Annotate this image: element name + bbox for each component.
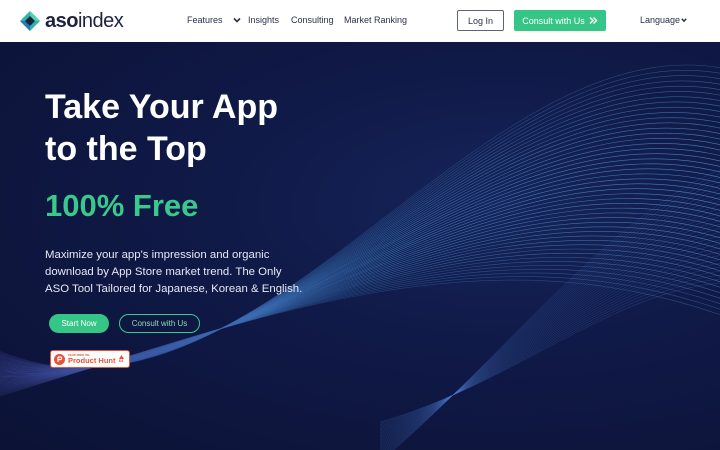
chevron-down-icon [232,17,241,23]
language-label: Language [640,15,681,25]
logo-text: asoindex [45,10,124,32]
nav-consulting[interactable]: Consulting [291,15,334,25]
wave-line [0,279,720,397]
free-label: 100% Free [45,188,199,223]
headline-line-1: Take Your App [45,88,279,126]
consult-button-label: Consult with Us [522,15,585,26]
nav-insights[interactable]: Insights [248,15,279,25]
headline-line-2: to the Top [45,130,207,168]
consult-with-us-header-button[interactable]: Consult with Us [514,10,606,31]
login-button[interactable]: Log In [457,10,504,31]
consult-with-us-hero-button[interactable]: Consult with Us [119,314,200,333]
aso-index-logo[interactable]: asoindex [20,10,124,32]
product-hunt-icon [54,353,65,365]
nav-features[interactable]: Features [187,15,241,25]
double-chevron-right-icon [589,16,598,25]
hero-description: Maximize your app's impression and organ… [45,249,303,295]
wave-line [379,282,720,423]
logo-diamond-icon [20,11,40,31]
start-now-button[interactable]: Start Now [49,314,109,333]
hero-section: Take Your App to the Top 100% Free Maxim… [0,42,720,450]
wave-line [379,278,720,424]
upvote-count: 64 [118,358,124,363]
product-hunt-name: Product Hunt [68,355,116,365]
nav-market-ranking[interactable]: Market Ranking [344,15,407,25]
top-navigation-bar: asoindex Features Insights Consulting Ma… [0,0,720,42]
wave-line [379,274,720,425]
chevron-down-icon [681,18,687,23]
language-selector[interactable]: Language [640,15,687,25]
nav-features-label: Features [187,15,223,25]
product-hunt-text: FEATURED ON Product Hunt [68,353,116,365]
hero-headline: Take Your App to the Top [45,86,345,170]
product-hunt-badge[interactable]: FEATURED ON Product Hunt 64 [50,350,130,368]
product-hunt-upvotes: 64 [118,355,124,363]
